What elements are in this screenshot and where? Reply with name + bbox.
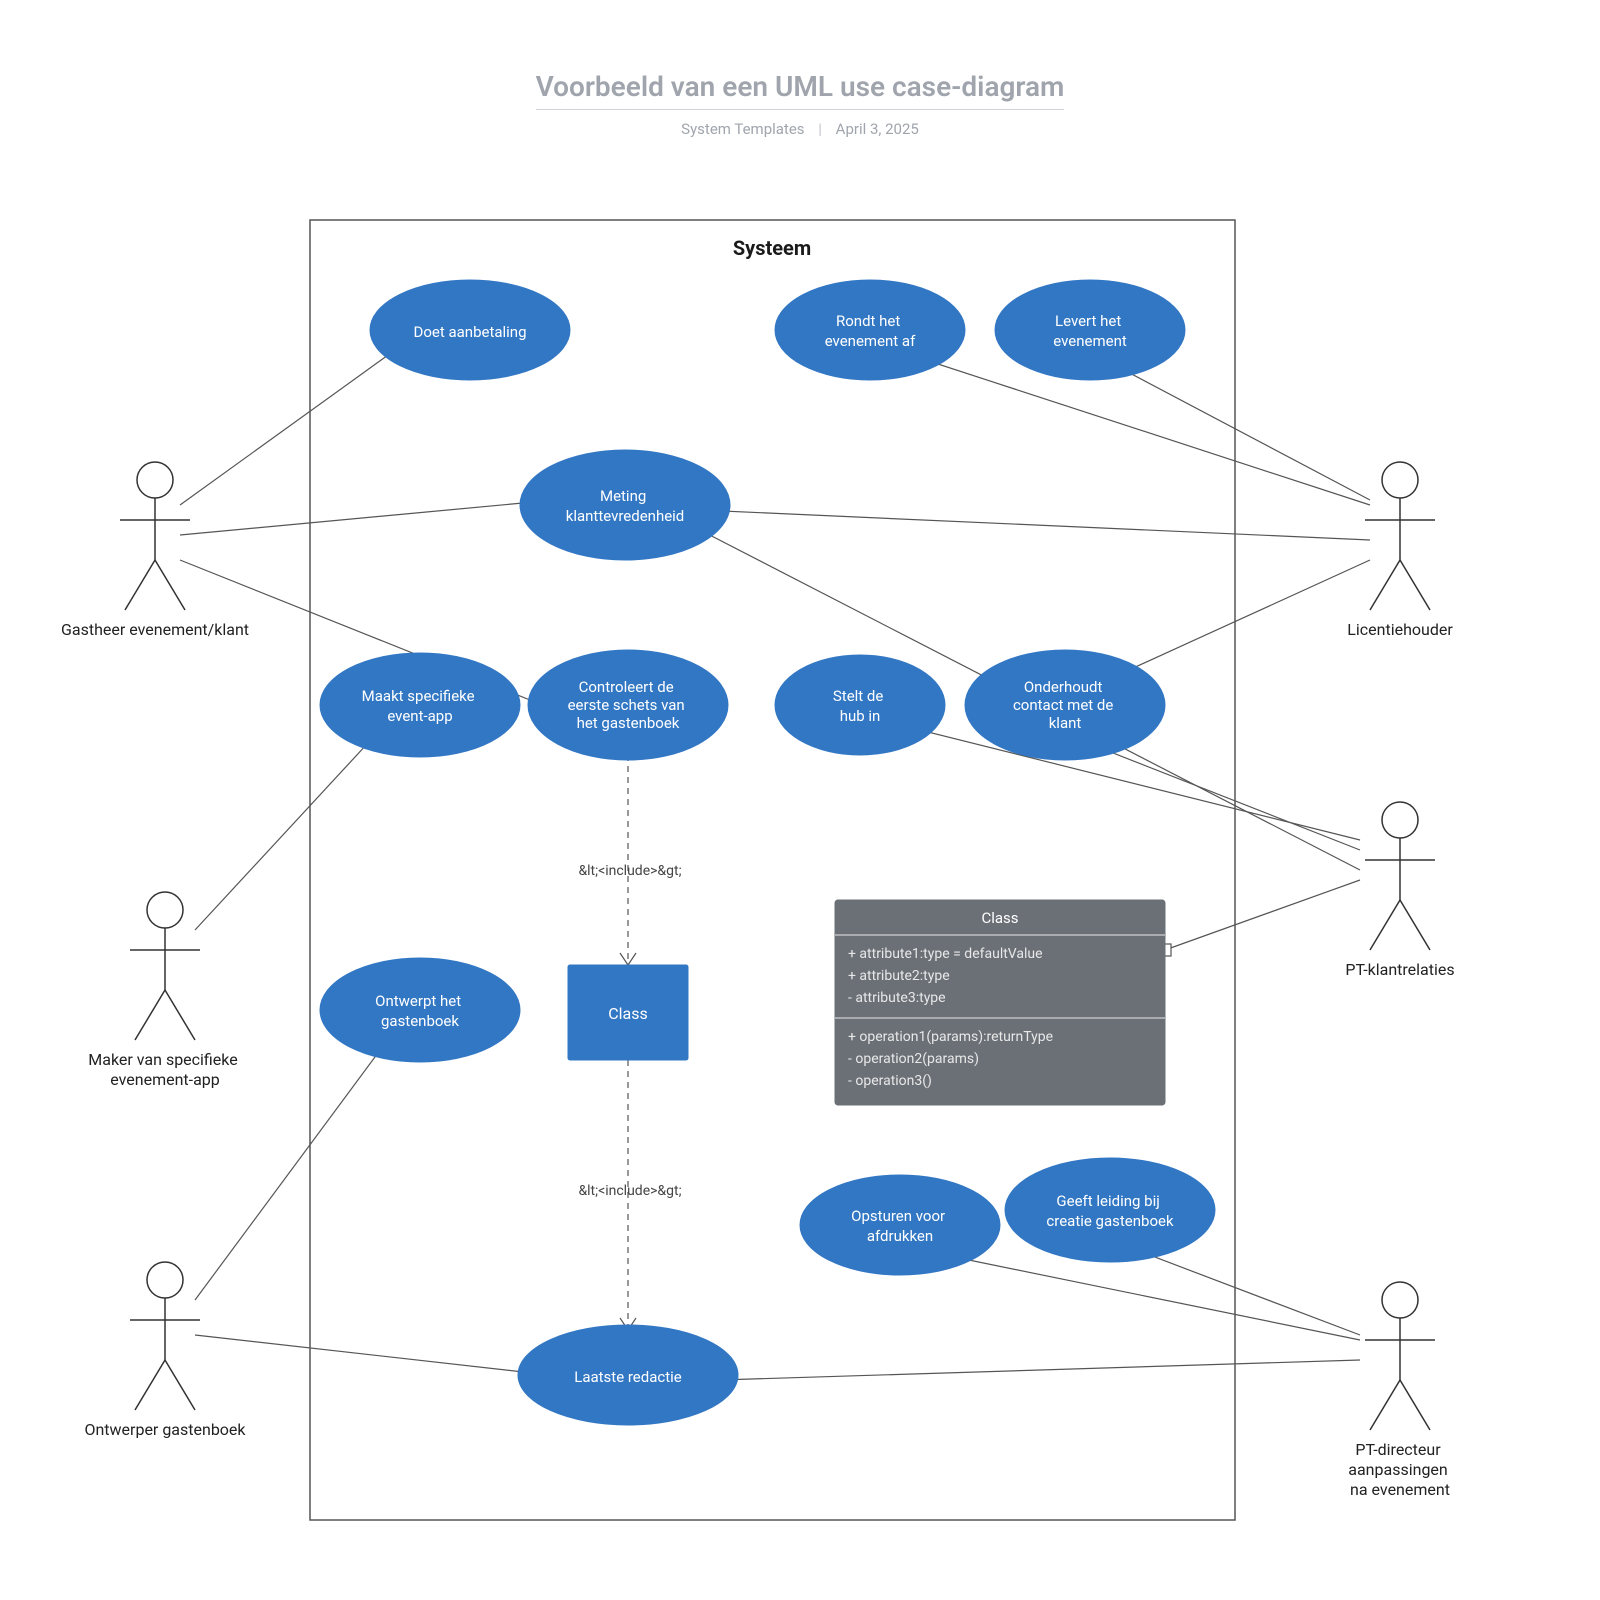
actor-ontwerper: Ontwerper gastenboek [84,1262,246,1439]
usecase-redactie: Laatste redactie [518,1325,738,1425]
actor-gastheer: Gastheer evenement/klant [61,462,249,639]
system-boundary [310,220,1235,1520]
actor-maker: Maker van specifieke evenement-app [88,892,241,1089]
conn-licentie-meting [700,510,1370,540]
conn-ontwerper-redactie [195,1335,550,1375]
system-title: Systeem [733,236,811,260]
diagram-canvas: Systeem &lt;<i [0,0,1600,1600]
conn-ptdir-opsturen [920,1250,1360,1340]
svg-text:+ attribute1:type = defaultVal: + attribute1:type = defaultValue [848,946,1043,962]
svg-text:- attribute3:type: - attribute3:type [848,990,946,1006]
usecase-ontwerpt: Ontwerpt het gastenboek [320,958,520,1062]
svg-text:Class: Class [981,909,1018,927]
svg-text:Maker van specifieke e: Maker van specifieke evenement-app [88,1050,241,1089]
conn-gastheer-meting [180,500,555,535]
conn-maker-maaktapp [195,730,380,930]
actor-licentie: Licentiehouder [1347,462,1453,639]
conn-ontwerper-ontwerpt [195,1030,395,1300]
svg-text:Doet aanbetaling: Doet aanbetaling [413,323,526,341]
usecase-opsturen: Opsturen voor afdrukken [800,1175,1000,1275]
svg-text:PT-klantrelaties: PT-klantrelaties [1345,960,1454,979]
actor-pt-dir: PT-directeur aanpassingen na evenement [1348,1282,1451,1499]
conn-gastheer-aanbetaling [180,345,402,505]
usecase-maakt-app: Maakt specifieke event-app [320,653,520,757]
usecase-doet-aanbetaling: Doet aanbetaling [370,280,570,380]
svg-text:+ attribute2:type: + attribute2:type [848,968,950,984]
usecase-rondt-af: Rondt het evenement af [775,280,965,380]
actor-pt-klant: PT-klantrelaties [1345,802,1454,979]
svg-text:Class: Class [608,1004,648,1023]
conn-ptklant-onderhoudt [1080,740,1360,850]
usecase-stelt-hub: Stelt de hub in [775,655,945,755]
usecase-meting: Meting klanttevredenheid [520,450,730,560]
svg-text:Controleert de eerste: Controleert de eerste schets van het gas… [568,678,689,732]
conn-ptklant-classbox [1165,880,1360,950]
usecase-levert: Levert het evenement [995,280,1185,380]
class-block: Class [568,965,688,1060]
conn-licentie-levert [1105,360,1370,500]
svg-text:+ operation1(params):returnTyp: + operation1(params):returnType [848,1029,1053,1045]
usecase-controleert: Controleert de eerste schets van het gas… [528,650,728,760]
include-label-1: &lt;<include>&gt; [578,863,681,879]
class-details-box: Class + attribute1:type = defaultValue +… [835,900,1165,1105]
svg-text:Laatste redactie: Laatste redactie [574,1368,682,1386]
usecase-leiding: Geeft leiding bij creatie gastenboek [1005,1158,1215,1262]
conn-ptdir-redactie [720,1360,1360,1380]
svg-text:Gastheer evenement/klant: Gastheer evenement/klant [61,620,249,639]
svg-text:Ontwerper gastenboek: Ontwerper gastenboek [84,1420,246,1439]
svg-text:Licentiehouder: Licentiehouder [1347,620,1453,639]
svg-text:- operation3(): - operation3() [848,1073,932,1089]
svg-text:- operation2(params): - operation2(params) [848,1051,979,1067]
usecase-onderhoudt: Onderhoudt contact met de klant [965,650,1165,760]
svg-text:PT-directeur aanpassin: PT-directeur aanpassingen na evenement [1348,1440,1451,1499]
include-label-2: &lt;<include>&gt; [578,1183,681,1199]
